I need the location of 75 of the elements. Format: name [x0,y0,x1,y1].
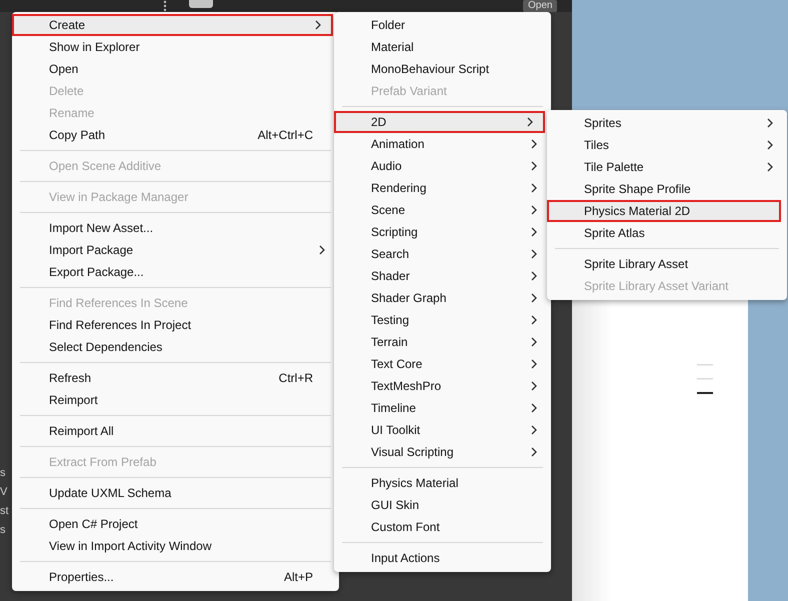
menu-item[interactable]: Create [12,14,333,36]
menu-item[interactable]: Shader [334,265,549,287]
menu-item[interactable]: Timeline [334,397,549,419]
chevron-right-icon [527,117,533,127]
menu-item[interactable]: Audio [334,155,549,177]
menu-item[interactable]: Material [334,36,549,58]
chevron-right-icon [531,447,537,457]
menu-item[interactable]: Scripting [334,221,549,243]
chevron-right-icon [531,425,537,435]
chevron-right-icon [531,161,537,171]
menu-item[interactable]: Reimport All [12,420,337,442]
menu-item[interactable]: Testing [334,309,549,331]
chevron-right-icon [531,337,537,347]
chevron-right-icon [531,359,537,369]
menu-item[interactable]: Open [12,58,337,80]
chevron-right-icon [531,205,537,215]
panel-text: V [0,485,8,500]
panel-text: s [0,466,6,481]
menu-item[interactable]: Custom Font [334,516,549,538]
menu-item[interactable]: Refresh Ctrl+R [12,367,337,389]
menu-item[interactable]: Visual Scripting [334,441,549,463]
chevron-right-icon [319,245,325,255]
menu-item[interactable]: Sprite Atlas [547,222,785,244]
menu-item[interactable]: Animation [334,133,549,155]
lines-icon [697,364,713,394]
open-button[interactable]: Open [523,0,558,12]
menu-item[interactable]: Reimport [12,389,337,411]
menu-item[interactable]: Shader Graph [334,287,549,309]
menu-item[interactable]: MonoBehaviour Script [334,58,549,80]
menu-item[interactable]: Tiles [547,134,785,156]
panel-text: st [0,504,9,519]
menu-item[interactable]: Update UXML Schema [12,482,337,504]
chevron-right-icon [531,403,537,413]
menu-item[interactable]: Input Actions [334,547,549,569]
chevron-right-icon [531,227,537,237]
menu-item[interactable]: Physics Material [334,472,549,494]
chevron-right-icon [531,315,537,325]
more-icon[interactable] [163,0,167,12]
chevron-right-icon [531,249,537,259]
chevron-right-icon [531,271,537,281]
menu-item[interactable]: Scene [334,199,549,221]
menu-item[interactable]: UI Toolkit [334,419,549,441]
menu-item[interactable]: View in Import Activity Window [12,535,337,557]
menu-item[interactable]: Open C# Project [12,513,337,535]
menu-item[interactable]: Show in Explorer [12,36,337,58]
chevron-right-icon [531,139,537,149]
menu-item[interactable]: 2D [334,111,545,133]
menu-item[interactable]: Properties... Alt+P [12,566,337,588]
menu-item[interactable]: Import New Asset... [12,217,337,239]
menu-item[interactable]: Sprites [547,112,785,134]
chevron-right-icon [531,293,537,303]
menu-item[interactable]: Rendering [334,177,549,199]
menu-item[interactable]: GUI Skin [334,494,549,516]
menu-item[interactable]: Export Package... [12,261,337,283]
chevron-right-icon [767,140,773,150]
chevron-right-icon [531,183,537,193]
menu-item[interactable]: Search [334,243,549,265]
menu-item[interactable]: TextMeshPro [334,375,549,397]
menu-item[interactable]: Folder [334,14,549,36]
menu-item[interactable]: Sprite Shape Profile [547,178,785,200]
menu-item[interactable]: Terrain [334,331,549,353]
menu-item[interactable]: Copy Path Alt+Ctrl+C [12,124,337,146]
menu-item[interactable]: Physics Material 2D [547,200,781,222]
chevron-right-icon [315,20,321,30]
menu-item[interactable]: Sprite Library Asset [547,253,785,275]
menu-item[interactable]: Tile Palette [547,156,785,178]
menu-item[interactable]: Text Core [334,353,549,375]
menu-item[interactable]: Select Dependencies [12,336,337,358]
menu-item[interactable]: Find References In Project [12,314,337,336]
chevron-right-icon [767,118,773,128]
chevron-right-icon [767,162,773,172]
menu-item[interactable]: Import Package [12,239,337,261]
chevron-right-icon [531,381,537,391]
tab-chip[interactable] [189,0,213,8]
panel-text: s [0,523,6,538]
